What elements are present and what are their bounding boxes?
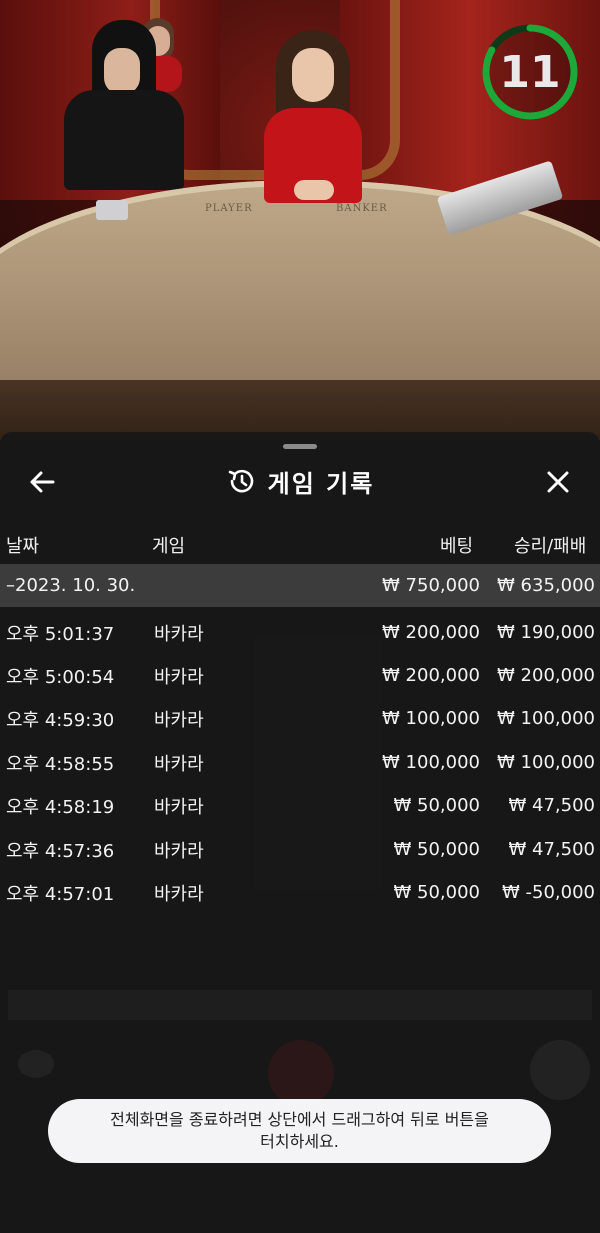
countdown-timer: 11 — [481, 23, 579, 121]
drag-handle[interactable] — [283, 444, 317, 449]
toast-line-1: 전체화면을 종료하려면 상단에서 드래그하여 뒤로 버튼을 — [110, 1110, 489, 1129]
history-row[interactable]: 오후 5:00:54 바카라 ₩ 200,000 ₩ 200,000 — [0, 654, 600, 697]
sheet-title: 게임 기록 — [267, 469, 375, 498]
history-row[interactable]: 오후 4:57:36 바카라 ₩ 50,000 ₩ 47,500 — [0, 828, 600, 871]
row-result: ₩ -50,000 — [502, 882, 595, 903]
dealer — [258, 30, 368, 203]
card-holder — [96, 200, 128, 220]
row-result: ₩ 47,500 — [508, 839, 595, 860]
history-row[interactable]: 오후 4:57:01 바카라 ₩ 50,000 ₩ -50,000 — [0, 871, 600, 914]
row-bet: ₩ 50,000 — [393, 882, 480, 903]
row-bet: ₩ 50,000 — [393, 839, 480, 860]
row-result: ₩ 200,000 — [497, 665, 595, 686]
row-game: 바카라 — [154, 709, 204, 731]
row-time: 오후 4:58:19 — [6, 796, 115, 818]
row-game: 바카라 — [154, 840, 204, 862]
row-game: 바카라 — [154, 796, 204, 818]
arrow-left-icon — [30, 471, 55, 493]
sheet-header: 게임 기록 — [0, 456, 600, 506]
fullscreen-toast: 전체화면을 종료하려면 상단에서 드래그하여 뒤로 버튼을 터치하세요. — [48, 1099, 551, 1163]
date-group-row[interactable]: –2023. 10. 30. ₩ 750,000 ₩ 635,000 — [0, 564, 600, 607]
column-header-game: 게임 — [152, 536, 186, 557]
row-time: 오후 4:57:01 — [6, 883, 115, 905]
history-row[interactable]: 오후 4:58:55 바카라 ₩ 100,000 ₩ 100,000 — [0, 741, 600, 784]
row-game: 바카라 — [154, 883, 204, 905]
chip-icon — [268, 1040, 334, 1106]
row-time: 오후 4:57:36 — [6, 840, 115, 862]
history-row[interactable]: 오후 4:59:30 바카라 ₩ 100,000 ₩ 100,000 — [0, 697, 600, 740]
column-header-bet: 베팅 — [440, 536, 474, 557]
table-label-banker: BANKER — [336, 203, 388, 214]
history-icon — [228, 469, 253, 493]
column-header-result: 승리/패배 — [514, 536, 587, 557]
row-bet: ₩ 100,000 — [382, 708, 480, 729]
table-label-player: PLAYER — [205, 203, 253, 214]
history-row[interactable]: 오후 4:58:19 바카라 ₩ 50,000 ₩ 47,500 — [0, 784, 600, 827]
row-time: 오후 5:01:37 — [6, 623, 115, 645]
date-group-date: –2023. 10. 30. — [6, 575, 136, 596]
row-result: ₩ 100,000 — [497, 752, 595, 773]
toast-line-2: 터치하세요. — [260, 1132, 339, 1151]
timer-value: 11 — [499, 46, 561, 98]
history-row[interactable]: 오후 5:01:37 바카라 ₩ 200,000 ₩ 190,000 — [0, 611, 600, 654]
background-roadmap — [8, 990, 592, 1020]
row-result: ₩ 190,000 — [497, 622, 595, 643]
row-bet: ₩ 50,000 — [393, 795, 480, 816]
row-bet: ₩ 100,000 — [382, 752, 480, 773]
table-rim — [0, 380, 600, 440]
close-button[interactable] — [540, 464, 576, 500]
back-button[interactable] — [24, 464, 60, 500]
row-result: ₩ 47,500 — [508, 795, 595, 816]
column-header-date: 날짜 — [6, 536, 40, 557]
row-game: 바카라 — [154, 753, 204, 775]
date-group-bet-total: ₩ 750,000 — [382, 575, 480, 596]
row-result: ₩ 100,000 — [497, 708, 595, 729]
row-game: 바카라 — [154, 666, 204, 688]
row-time: 오후 4:59:30 — [6, 709, 115, 731]
side-dealer — [64, 20, 194, 190]
row-time: 오후 5:00:54 — [6, 666, 115, 688]
row-time: 오후 4:58:55 — [6, 753, 115, 775]
menu-icon — [530, 1040, 590, 1100]
title-group: 게임 기록 — [0, 456, 600, 506]
row-bet: ₩ 200,000 — [382, 622, 480, 643]
chat-icon — [18, 1050, 54, 1078]
close-icon — [547, 471, 569, 493]
row-bet: ₩ 200,000 — [382, 665, 480, 686]
row-game: 바카라 — [154, 623, 204, 645]
date-group-result-total: ₩ 635,000 — [497, 575, 595, 596]
